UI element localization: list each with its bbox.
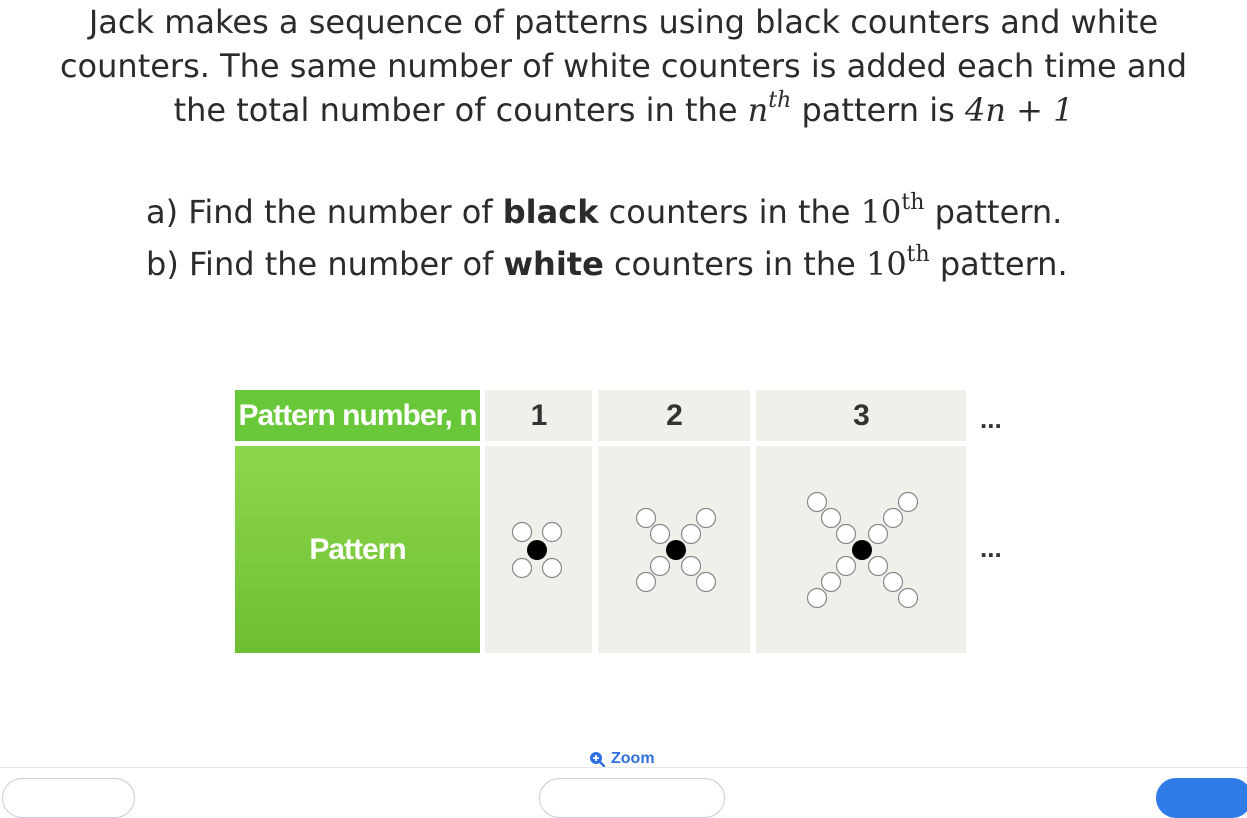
nth-var: n — [747, 91, 769, 129]
question-parts: a) Find the number of black counters in … — [146, 186, 1068, 290]
white-counter — [867, 555, 889, 577]
black-counter — [666, 540, 686, 560]
white-counter — [695, 571, 717, 593]
nth-term-var: nth — [747, 88, 792, 130]
pattern-cell-3 — [756, 446, 966, 653]
part-a-bold: black — [502, 193, 599, 231]
white-counter — [867, 523, 889, 545]
part-b-sup: th — [906, 242, 930, 267]
white-counter — [806, 587, 828, 609]
column-header-2: 2 — [598, 390, 750, 441]
white-counter — [541, 557, 563, 579]
white-counter — [882, 571, 904, 593]
footer-divider — [0, 767, 1247, 768]
row1-ellipsis: ... — [980, 404, 1002, 434]
part-b: b) Find the number of white counters in … — [146, 238, 1068, 290]
row-header-pattern: Pattern — [235, 446, 480, 653]
white-counter — [835, 555, 857, 577]
white-counter — [806, 491, 828, 513]
footer-center-button[interactable] — [539, 778, 725, 818]
white-counter — [680, 523, 702, 545]
pattern-3-graphic — [806, 491, 919, 609]
white-counter — [897, 491, 919, 513]
part-b-mid: counters in the — [603, 245, 866, 283]
white-counter — [541, 521, 563, 543]
part-b-bold: white — [503, 245, 604, 283]
question-text: Jack makes a sequence of patterns using … — [0, 0, 1247, 132]
row-header-pattern-number: Pattern number, n — [235, 390, 480, 441]
white-counter — [695, 507, 717, 529]
black-counter — [527, 540, 547, 560]
nth-sup: th — [768, 88, 792, 113]
part-a: a) Find the number of black counters in … — [146, 186, 1068, 238]
footer-primary-button[interactable] — [1156, 778, 1247, 818]
part-a-num: 10 — [860, 193, 902, 231]
part-a-suffix: pattern. — [924, 193, 1063, 231]
white-counter — [820, 571, 842, 593]
white-counter — [635, 571, 657, 593]
white-counter — [511, 557, 533, 579]
zoom-in-icon — [590, 752, 605, 767]
black-counter — [852, 540, 872, 560]
pattern-cell-2 — [598, 446, 750, 653]
part-a-prefix: a) Find the number of — [146, 193, 503, 231]
line3-prefix: the total number of counters in the — [173, 91, 748, 129]
pattern-1-graphic — [511, 521, 563, 579]
white-counter — [835, 523, 857, 545]
part-b-num: 10 — [865, 245, 907, 283]
pattern-2-graphic — [635, 507, 717, 593]
question-line-1: Jack makes a sequence of patterns using … — [88, 3, 1159, 41]
question-line-2: counters. The same number of white count… — [59, 47, 1188, 85]
white-counter — [882, 507, 904, 529]
white-counter — [897, 587, 919, 609]
row2-ellipsis: ... — [980, 533, 1002, 563]
formula: 4n + 1 — [964, 91, 1074, 129]
line3-mid: pattern is — [791, 91, 965, 129]
white-counter — [635, 507, 657, 529]
zoom-label: Zoom — [611, 750, 655, 767]
part-a-sup: th — [901, 190, 925, 215]
zoom-button[interactable]: Zoom — [589, 750, 655, 768]
white-counter — [649, 555, 671, 577]
part-b-suffix: pattern. — [929, 245, 1068, 283]
column-header-1: 1 — [485, 390, 592, 441]
white-counter — [680, 555, 702, 577]
pattern-cell-1 — [485, 446, 592, 653]
part-a-mid: counters in the — [598, 193, 861, 231]
white-counter — [649, 523, 671, 545]
part-b-prefix: b) Find the number of — [146, 245, 504, 283]
question-line-3: the total number of counters in the nth … — [0, 88, 1247, 132]
column-header-3: 3 — [756, 390, 966, 441]
footer-left-button[interactable] — [2, 778, 135, 818]
white-counter — [820, 507, 842, 529]
white-counter — [511, 521, 533, 543]
